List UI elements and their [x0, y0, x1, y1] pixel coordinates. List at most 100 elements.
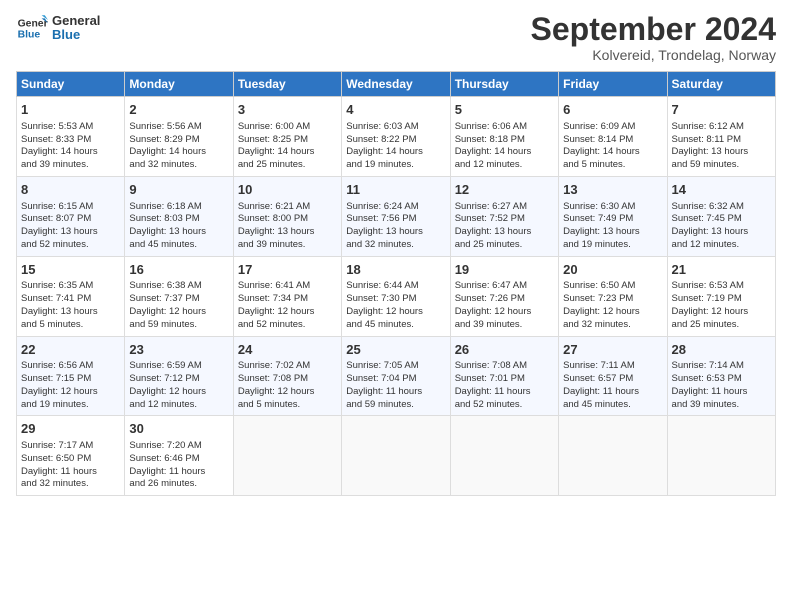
- day-number: 1: [21, 101, 120, 119]
- day-info: and 45 minutes.: [346, 319, 445, 332]
- day-number: 26: [455, 341, 554, 359]
- calendar-cell: 26Sunrise: 7:08 AMSunset: 7:01 PMDayligh…: [450, 336, 558, 416]
- day-info: Sunset: 7:37 PM: [129, 293, 228, 306]
- day-info: Sunset: 7:52 PM: [455, 213, 554, 226]
- day-number: 19: [455, 261, 554, 279]
- day-info: Sunrise: 7:05 AM: [346, 360, 445, 373]
- day-info: Sunset: 8:14 PM: [563, 134, 662, 147]
- day-info: and 25 minutes.: [455, 239, 554, 252]
- day-info: Daylight: 11 hours: [21, 466, 120, 479]
- calendar-cell: [342, 416, 450, 496]
- calendar-cell: 16Sunrise: 6:38 AMSunset: 7:37 PMDayligh…: [125, 256, 233, 336]
- day-info: Sunset: 8:22 PM: [346, 134, 445, 147]
- day-number: 21: [672, 261, 771, 279]
- calendar-cell: 20Sunrise: 6:50 AMSunset: 7:23 PMDayligh…: [559, 256, 667, 336]
- day-info: Sunrise: 7:20 AM: [129, 440, 228, 453]
- day-number: 13: [563, 181, 662, 199]
- col-monday: Monday: [125, 72, 233, 97]
- day-number: 23: [129, 341, 228, 359]
- day-info: and 39 minutes.: [21, 159, 120, 172]
- day-number: 8: [21, 181, 120, 199]
- col-friday: Friday: [559, 72, 667, 97]
- day-info: Sunset: 8:29 PM: [129, 134, 228, 147]
- day-info: and 45 minutes.: [129, 239, 228, 252]
- calendar-cell: 12Sunrise: 6:27 AMSunset: 7:52 PMDayligh…: [450, 176, 558, 256]
- day-info: Sunrise: 6:00 AM: [238, 121, 337, 134]
- day-info: Daylight: 11 hours: [129, 466, 228, 479]
- day-info: Daylight: 12 hours: [129, 306, 228, 319]
- day-info: Daylight: 14 hours: [455, 146, 554, 159]
- calendar-cell: 24Sunrise: 7:02 AMSunset: 7:08 PMDayligh…: [233, 336, 341, 416]
- day-info: Sunset: 8:00 PM: [238, 213, 337, 226]
- day-info: Daylight: 13 hours: [238, 226, 337, 239]
- calendar-cell: 11Sunrise: 6:24 AMSunset: 7:56 PMDayligh…: [342, 176, 450, 256]
- day-info: Sunrise: 6:32 AM: [672, 201, 771, 214]
- calendar-cell: 3Sunrise: 6:00 AMSunset: 8:25 PMDaylight…: [233, 97, 341, 177]
- calendar-cell: 13Sunrise: 6:30 AMSunset: 7:49 PMDayligh…: [559, 176, 667, 256]
- day-info: Sunrise: 6:56 AM: [21, 360, 120, 373]
- day-info: and 45 minutes.: [563, 399, 662, 412]
- day-info: Sunset: 6:53 PM: [672, 373, 771, 386]
- day-info: Sunrise: 6:53 AM: [672, 280, 771, 293]
- day-info: Daylight: 11 hours: [455, 386, 554, 399]
- day-info: and 52 minutes.: [21, 239, 120, 252]
- day-info: and 32 minutes.: [346, 239, 445, 252]
- header-row: Sunday Monday Tuesday Wednesday Thursday…: [17, 72, 776, 97]
- day-info: and 32 minutes.: [21, 478, 120, 491]
- logo-blue: Blue: [52, 28, 100, 42]
- calendar-cell: 18Sunrise: 6:44 AMSunset: 7:30 PMDayligh…: [342, 256, 450, 336]
- day-number: 24: [238, 341, 337, 359]
- day-info: and 12 minutes.: [672, 239, 771, 252]
- day-info: Sunset: 7:15 PM: [21, 373, 120, 386]
- calendar-cell: [233, 416, 341, 496]
- calendar-cell: 14Sunrise: 6:32 AMSunset: 7:45 PMDayligh…: [667, 176, 775, 256]
- day-number: 27: [563, 341, 662, 359]
- day-info: and 52 minutes.: [455, 399, 554, 412]
- day-number: 5: [455, 101, 554, 119]
- col-wednesday: Wednesday: [342, 72, 450, 97]
- week-row-2: 8Sunrise: 6:15 AMSunset: 8:07 PMDaylight…: [17, 176, 776, 256]
- day-info: Daylight: 12 hours: [238, 306, 337, 319]
- day-number: 20: [563, 261, 662, 279]
- day-info: Daylight: 13 hours: [455, 226, 554, 239]
- title-block: September 2024 Kolvereid, Trondelag, Nor…: [531, 12, 776, 63]
- calendar-cell: [559, 416, 667, 496]
- calendar-cell: 17Sunrise: 6:41 AMSunset: 7:34 PMDayligh…: [233, 256, 341, 336]
- day-number: 14: [672, 181, 771, 199]
- col-thursday: Thursday: [450, 72, 558, 97]
- calendar-cell: 9Sunrise: 6:18 AMSunset: 8:03 PMDaylight…: [125, 176, 233, 256]
- day-info: Daylight: 14 hours: [129, 146, 228, 159]
- day-info: and 5 minutes.: [238, 399, 337, 412]
- day-info: Daylight: 12 hours: [238, 386, 337, 399]
- day-number: 12: [455, 181, 554, 199]
- day-info: Sunrise: 7:14 AM: [672, 360, 771, 373]
- week-row-3: 15Sunrise: 6:35 AMSunset: 7:41 PMDayligh…: [17, 256, 776, 336]
- day-number: 16: [129, 261, 228, 279]
- calendar-cell: [450, 416, 558, 496]
- calendar-cell: 21Sunrise: 6:53 AMSunset: 7:19 PMDayligh…: [667, 256, 775, 336]
- day-info: and 12 minutes.: [129, 399, 228, 412]
- day-number: 30: [129, 420, 228, 438]
- day-info: Sunrise: 7:08 AM: [455, 360, 554, 373]
- calendar-cell: 29Sunrise: 7:17 AMSunset: 6:50 PMDayligh…: [17, 416, 125, 496]
- day-info: and 32 minutes.: [129, 159, 228, 172]
- page-title: September 2024: [531, 12, 776, 47]
- calendar-cell: 15Sunrise: 6:35 AMSunset: 7:41 PMDayligh…: [17, 256, 125, 336]
- day-info: and 19 minutes.: [21, 399, 120, 412]
- day-info: Sunset: 8:03 PM: [129, 213, 228, 226]
- day-info: Sunrise: 6:24 AM: [346, 201, 445, 214]
- day-info: Sunset: 6:46 PM: [129, 453, 228, 466]
- day-info: Sunset: 7:56 PM: [346, 213, 445, 226]
- day-number: 4: [346, 101, 445, 119]
- day-number: 28: [672, 341, 771, 359]
- logo-general: General: [52, 14, 100, 28]
- day-info: Sunrise: 7:17 AM: [21, 440, 120, 453]
- day-info: Daylight: 12 hours: [563, 306, 662, 319]
- day-info: Sunset: 7:45 PM: [672, 213, 771, 226]
- day-info: Sunrise: 6:44 AM: [346, 280, 445, 293]
- day-info: and 39 minutes.: [672, 399, 771, 412]
- day-info: and 39 minutes.: [238, 239, 337, 252]
- day-info: and 19 minutes.: [563, 239, 662, 252]
- day-info: Sunrise: 6:47 AM: [455, 280, 554, 293]
- day-info: Sunrise: 6:59 AM: [129, 360, 228, 373]
